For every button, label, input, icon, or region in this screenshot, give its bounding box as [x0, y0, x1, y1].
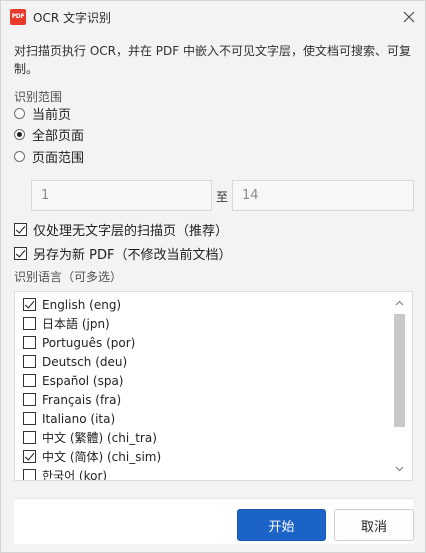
language-label: Español (spa): [42, 373, 124, 388]
checkbox-indicator: [23, 393, 36, 406]
start-button[interactable]: 开始: [237, 509, 326, 541]
range-section-label: 识别范围: [14, 90, 63, 104]
radio-page-range[interactable]: 页面范围: [14, 147, 85, 166]
checkbox-indicator: [23, 298, 36, 311]
language-label: English (eng): [42, 297, 122, 312]
radio-all-pages[interactable]: 全部页面: [14, 125, 85, 144]
dialog-description: 对扫描页执行 OCR，并在 PDF 中嵌入不可见文字层，使文档可搜索、可复制。: [14, 44, 411, 76]
dialog-title: OCR 文字识别: [33, 11, 111, 25]
chevron-down-icon: [395, 466, 403, 472]
language-label: 한국어 (kor): [42, 469, 108, 481]
radio-current-page[interactable]: 当前页: [14, 104, 72, 123]
language-item[interactable]: Français (fra): [23, 390, 383, 409]
language-label: Deutsch (deu): [42, 354, 128, 369]
range-to-input[interactable]: [232, 180, 414, 211]
language-item[interactable]: Español (spa): [23, 371, 383, 390]
checkbox-indicator: [23, 374, 36, 387]
language-item[interactable]: English (eng): [23, 295, 383, 314]
language-label: Français (fra): [42, 392, 122, 407]
language-item[interactable]: 中文 (繁體) (chi_tra): [23, 428, 383, 447]
checkbox-label: 仅处理无文字层的扫描页（推荐）: [33, 223, 229, 239]
radio-label: 页面范围: [32, 150, 85, 166]
language-item[interactable]: 한국어 (kor): [23, 466, 383, 481]
save-as-new-checkbox[interactable]: 另存为新 PDF（不修改当前文档）: [14, 244, 232, 263]
scroll-up-button[interactable]: [389, 294, 409, 312]
radio-indicator: [14, 150, 25, 162]
checkbox-label: 另存为新 PDF（不修改当前文档）: [33, 247, 232, 263]
skip-text-pages-checkbox[interactable]: 仅处理无文字层的扫描页（推荐）: [14, 220, 229, 239]
checkbox-indicator: [23, 355, 36, 368]
language-item[interactable]: Deutsch (deu): [23, 352, 383, 371]
language-label: Português (por): [42, 335, 136, 350]
close-button[interactable]: [397, 5, 421, 29]
language-section-label: 识别语言（可多选）: [14, 270, 123, 284]
language-label: 日本語 (jpn): [42, 317, 110, 331]
checkbox-indicator: [14, 222, 27, 236]
checkbox-indicator: [23, 317, 36, 330]
checkbox-indicator: [14, 246, 27, 260]
chevron-up-icon: [395, 300, 403, 306]
language-label: 中文 (繁體) (chi_tra): [42, 431, 157, 445]
range-to-label: 至: [216, 190, 229, 204]
title-bar: PDF OCR 文字识别: [1, 1, 425, 33]
checkbox-indicator: [23, 431, 36, 444]
radio-indicator: [14, 128, 25, 140]
language-item[interactable]: Português (por): [23, 333, 383, 352]
language-item[interactable]: Italiano (ita): [23, 409, 383, 428]
checkbox-indicator: [23, 336, 36, 349]
language-label: 中文 (简体) (chi_sim): [42, 450, 162, 464]
pdf-app-icon: PDF: [10, 9, 26, 25]
language-list[interactable]: English (eng) 日本語 (jpn) Português (por) Deu…: [14, 291, 413, 481]
close-icon: [403, 11, 415, 23]
checkbox-indicator: [23, 450, 36, 463]
radio-label: 当前页: [32, 107, 72, 123]
radio-indicator: [14, 107, 25, 119]
language-items: English (eng) 日本語 (jpn) Português (por) Deu…: [23, 295, 383, 481]
language-item[interactable]: 中文 (简体) (chi_sim): [23, 447, 383, 466]
checkbox-indicator: [23, 412, 36, 425]
range-from-input[interactable]: [31, 180, 212, 211]
cancel-button[interactable]: 取消: [334, 509, 414, 541]
language-item[interactable]: 日本語 (jpn): [23, 314, 383, 333]
language-label: Italiano (ita): [42, 411, 116, 426]
ocr-dialog: PDF OCR 文字识别 对扫描页执行 OCR，并在 PDF 中嵌入不可见文字层…: [0, 0, 426, 553]
scroll-thumb[interactable]: [394, 314, 405, 427]
scroll-down-button[interactable]: [389, 460, 409, 478]
language-list-scrollbar[interactable]: [389, 294, 409, 478]
radio-label: 全部页面: [32, 128, 85, 144]
checkbox-indicator: [23, 469, 36, 480]
